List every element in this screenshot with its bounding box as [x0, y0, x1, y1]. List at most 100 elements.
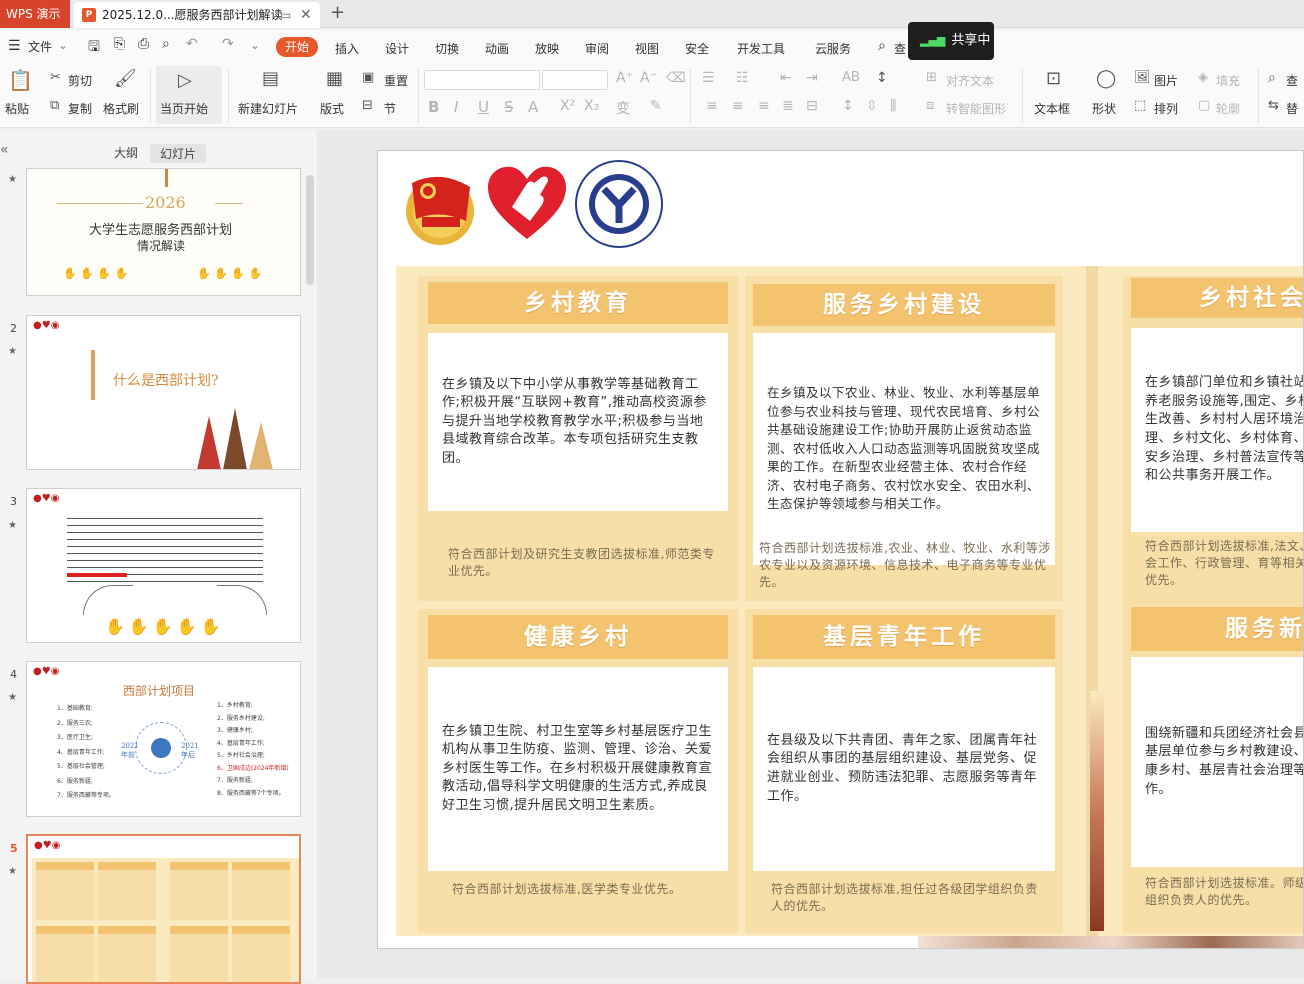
line-spacing-icon[interactable]: ↕ [842, 98, 854, 114]
picture-button[interactable]: 图片 [1154, 72, 1178, 89]
chevron-down-icon[interactable]: ⌄ [58, 38, 68, 52]
textbox-button[interactable]: 文本框 [1034, 100, 1070, 117]
current-slide[interactable]: 乡村教育 在乡镇及以下中小学从事教学等基础教育工作;积极开展“互联网+教育”,推… [377, 150, 1304, 949]
increase-indent-icon[interactable]: ⇥ [806, 70, 818, 86]
format-painter-icon[interactable]: 🖌 [114, 68, 137, 89]
outline-button[interactable]: 轮廓 [1216, 100, 1240, 117]
italic-icon[interactable]: I [454, 98, 458, 116]
paste-icon[interactable]: 📋 [8, 68, 33, 92]
align-text-button[interactable]: 对齐文本 [946, 72, 994, 89]
close-tab-icon[interactable]: ✕ [300, 2, 312, 28]
shape-icon[interactable]: ◯ [1096, 68, 1116, 89]
tab-outline[interactable]: 大纲 [114, 144, 138, 161]
scissors-icon[interactable]: ✂ [50, 70, 61, 85]
slide-thumbnail-4[interactable]: ●♥◉ 西部计划项目 1、基础教育; 2、服务三农; 3、医疗卫生; 4、基层青年工作… [26, 661, 301, 817]
arrange-icon[interactable]: ⬚ [1134, 98, 1146, 113]
paragraph-spacing-icon[interactable]: ⇳ [866, 98, 878, 114]
new-slide-icon[interactable]: ▤ [262, 68, 279, 89]
paste-button[interactable]: 粘贴 [5, 100, 29, 117]
new-slide-button[interactable]: 新建幻灯片 [238, 100, 298, 117]
copy-button[interactable]: 复制 [68, 100, 92, 117]
clear-format-icon[interactable]: ⌫ [666, 70, 686, 86]
play-from-current-button[interactable]: 当页开始 [160, 100, 208, 117]
fill-button[interactable]: 填充 [1216, 72, 1240, 89]
menu-cloud[interactable]: 云服务 [815, 40, 851, 57]
search-icon[interactable]: ⌕ [878, 38, 886, 54]
menu-view[interactable]: 视图 [635, 40, 659, 57]
align-right-icon[interactable]: ≡ [758, 98, 770, 114]
font-color-icon[interactable]: A [528, 98, 538, 116]
justify-icon[interactable]: ≣ [782, 98, 794, 114]
outline-icon[interactable]: ▢ [1198, 98, 1210, 113]
layout-icon[interactable]: ▦ [326, 68, 343, 89]
smart-graphic-button[interactable]: 转智能图形 [946, 100, 1006, 117]
section-icon[interactable]: ⊟ [362, 98, 373, 113]
slide-thumbnail-2[interactable]: ●♥◉ 什么是西部计划? [26, 315, 301, 470]
hamburger-icon[interactable]: ☰ [8, 38, 21, 54]
search-stub[interactable]: 查 [894, 40, 906, 57]
print-icon[interactable]: ⎙ [138, 36, 149, 52]
arrange-button[interactable]: 排列 [1154, 100, 1178, 117]
menu-transition[interactable]: 切换 [435, 40, 459, 57]
highlight-icon[interactable]: ✎ [650, 98, 662, 114]
subscript-icon[interactable]: X₂ [584, 98, 599, 114]
textbox-icon[interactable]: ⊡ [1046, 68, 1061, 89]
menu-review[interactable]: 审阅 [585, 40, 609, 57]
window-icon[interactable]: ▭ [280, 2, 291, 28]
shape-button[interactable]: 形状 [1092, 100, 1116, 117]
align-text-icon[interactable]: ⊞ [926, 70, 937, 85]
format-painter-button[interactable]: 格式刷 [103, 100, 139, 117]
menu-design[interactable]: 设计 [385, 40, 409, 57]
redo-icon[interactable]: ↷ [222, 36, 234, 52]
document-tab[interactable]: P 2025.12.0...愿服务西部计划解读 ▭ ✕ [74, 2, 320, 28]
align-left-icon[interactable]: ≡ [706, 98, 718, 114]
reset-button[interactable]: 重置 [384, 72, 408, 89]
quick-access-dropdown-icon[interactable]: ⌄ [250, 38, 260, 52]
picture-icon[interactable]: 🖼 [1134, 70, 1151, 85]
bold-icon[interactable]: B [428, 98, 439, 116]
thumbnail-scrollbar[interactable] [306, 175, 314, 285]
slide-thumbnail-3[interactable]: ●♥◉ ✋✋✋✋✋ [26, 488, 301, 643]
section-button[interactable]: 节 [384, 100, 396, 117]
print-preview-icon[interactable]: ⌕ [162, 36, 170, 52]
menu-slideshow[interactable]: 放映 [535, 40, 559, 57]
bullets-icon[interactable]: ☰ [702, 70, 715, 86]
play-icon[interactable]: ▷ [178, 70, 192, 91]
increase-font-icon[interactable]: A⁺ [616, 70, 633, 86]
find-icon[interactable]: ⌕ [1268, 70, 1276, 86]
reset-icon[interactable]: ▣ [362, 70, 374, 85]
cut-button[interactable]: 剪切 [68, 72, 92, 89]
menu-insert[interactable]: 插入 [335, 40, 359, 57]
sort-icon[interactable]: ↕ [876, 70, 888, 86]
decrease-indent-icon[interactable]: ⇤ [780, 70, 792, 86]
menu-file[interactable]: 文件 [28, 38, 52, 55]
phonetic-icon[interactable]: 变 [616, 98, 630, 118]
undo-icon[interactable]: ↶ [186, 36, 198, 52]
distribute-icon[interactable]: ⊟ [806, 98, 818, 114]
play-from-current-group[interactable]: ▷ 当页开始 [156, 66, 222, 124]
font-family-select[interactable] [424, 70, 540, 90]
menu-animation[interactable]: 动画 [485, 40, 509, 57]
smart-graphic-icon[interactable]: ⧈ [926, 98, 934, 113]
layout-button[interactable]: 版式 [320, 100, 344, 117]
replace-button[interactable]: 替 [1286, 100, 1298, 117]
find-button[interactable]: 查 [1286, 72, 1298, 89]
tab-slides[interactable]: 幻灯片 [150, 144, 207, 163]
numbering-icon[interactable]: ☷ [736, 70, 749, 86]
strikethrough-icon[interactable]: S [504, 98, 514, 116]
align-center-icon[interactable]: ≡ [732, 98, 744, 114]
text-direction-icon[interactable]: AB [842, 70, 860, 85]
superscript-icon[interactable]: X² [560, 98, 575, 114]
menu-security[interactable]: 安全 [685, 40, 709, 57]
collapse-pane-icon[interactable]: « [0, 142, 9, 158]
replace-icon[interactable]: ⇆ [1268, 98, 1279, 113]
save-icon[interactable]: 🖫 [88, 36, 100, 60]
underline-icon[interactable]: U [478, 98, 489, 116]
export-icon[interactable]: ⎘ [114, 36, 125, 52]
app-tab[interactable]: WPS 演示 [0, 0, 70, 28]
menu-start[interactable]: 开始 [276, 37, 318, 57]
decrease-font-icon[interactable]: A⁻ [640, 70, 657, 86]
fill-icon[interactable]: ◈ [1198, 70, 1208, 85]
sharing-indicator[interactable]: ▂▄▆ 共享中 [908, 22, 994, 60]
slide-thumbnail-1[interactable]: 2026 大学生志愿服务西部计划 情况解读 ✋ ✋ ✋ ✋ ✋ ✋ ✋ ✋ [26, 168, 301, 296]
